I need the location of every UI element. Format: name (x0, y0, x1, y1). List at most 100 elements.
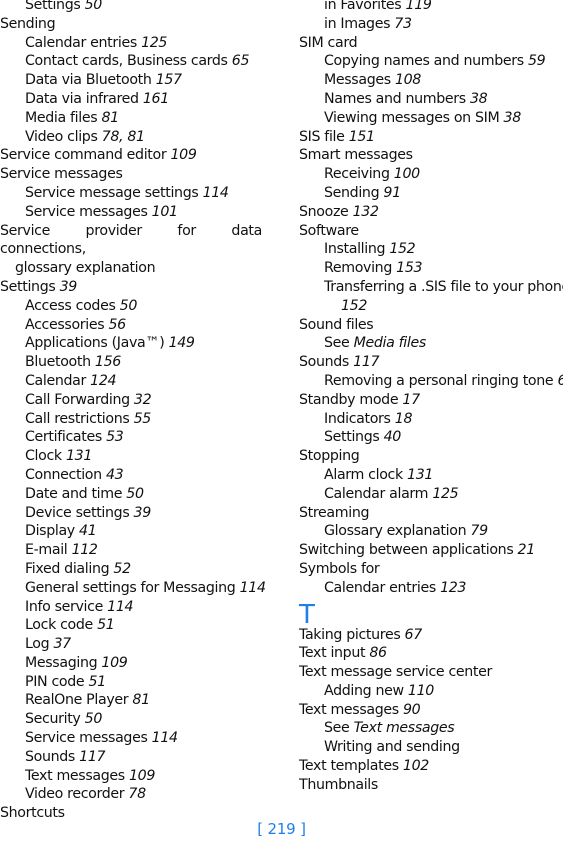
index-subentry: Sounds 117 (0, 748, 266, 767)
page-reference: 152 (389, 241, 416, 258)
entry-term: Standby mode (299, 391, 399, 408)
index-subentry: Calendar 124 (0, 372, 266, 391)
page-reference: 100 (393, 166, 420, 183)
index-subentry: General settings for Messaging 114 (0, 579, 266, 598)
index-subentry: Access codes 50 (0, 297, 266, 316)
index-subentry: Receiving 100 (299, 165, 563, 184)
index-entry: SIS file 151 (299, 128, 563, 147)
index-subentry: Installing 152 (299, 240, 563, 259)
index-subentry: PIN code 51 (0, 673, 266, 692)
page-reference: 50 (126, 485, 144, 502)
page-reference: 21 (517, 542, 536, 559)
entry-term: Settings (25, 0, 81, 13)
index-subentry: Viewing messages on SIM 38 (299, 109, 563, 128)
page-reference: 114 (239, 579, 266, 596)
index-subentry: Fixed dialing 52 (0, 560, 266, 579)
index-entry: Sounds 117 (299, 353, 563, 372)
page-reference: 38 (469, 90, 488, 107)
index-subentry: Call restrictions 55 (0, 410, 266, 429)
index-subentry: Clock 131 (0, 447, 266, 466)
index-entry: Service command editor 109 (0, 146, 266, 165)
page-reference: 43 (105, 466, 124, 483)
page-reference: 157 (155, 72, 182, 89)
entry-term: Service messages (25, 730, 148, 747)
index-entry: Taking pictures 67 (299, 626, 563, 645)
entry-term: Fixed dialing (25, 560, 110, 577)
entry-term: Accessories (25, 316, 105, 333)
entry-term: Stopping (299, 448, 360, 465)
index-subentry: Messaging 109 (0, 654, 266, 673)
page-reference: 39 (133, 504, 152, 521)
index-subentry: Sending 91 (299, 184, 563, 203)
page-reference: 156 (94, 354, 121, 371)
entry-term: Bluetooth (25, 354, 91, 371)
entry-term: Media files (25, 109, 98, 126)
entry-term: Sending (0, 15, 56, 32)
page-reference: 161 (142, 90, 169, 107)
entry-term: Shortcuts (0, 805, 65, 822)
entry-term: Indicators (324, 410, 391, 427)
page-reference: 101 (151, 203, 178, 220)
page-reference: 91 (383, 184, 401, 201)
page-reference: 108 (394, 72, 421, 89)
page-reference: 114 (202, 184, 229, 201)
page-reference: 38 (503, 109, 522, 126)
index-subentry: Media files 81 (0, 109, 266, 128)
page-reference: 51 (97, 617, 115, 634)
page-reference: 153 (396, 260, 423, 277)
index-subentry: Date and time 50 (0, 485, 266, 504)
entry-term: Data via infrared (25, 90, 139, 107)
entry-term: in Favorites (324, 0, 402, 13)
index-entry: Standby mode 17 (299, 391, 563, 410)
page-reference: 81 (132, 692, 150, 709)
entry-term: Info service (25, 598, 103, 615)
entry-term: Removing (324, 260, 392, 277)
entry-term: General settings for Messaging (25, 579, 236, 596)
page-reference: 152 (341, 297, 368, 314)
entry-term: Settings (0, 278, 56, 295)
entry-term: Names and numbers (324, 90, 466, 107)
page-reference: 123 (440, 579, 467, 596)
entry-term: Streaming (299, 504, 370, 521)
page-reference: 52 (113, 560, 131, 577)
entry-term: E-mail (25, 542, 68, 559)
entry-term: Adding new (324, 682, 404, 699)
page-reference: 131 (65, 448, 92, 465)
page-reference: 41 (79, 523, 97, 540)
page-reference: 53 (106, 429, 124, 446)
entry-term: Writing and sending (324, 739, 460, 756)
page-reference: 90 (402, 701, 421, 718)
index-subentry: Settings 50 (0, 0, 266, 15)
index-entry: Text messages 90 (299, 701, 563, 720)
section-letter-heading: T (299, 599, 315, 630)
page-reference: 112 (71, 542, 98, 559)
index-entry: Sending (0, 15, 266, 34)
page-reference: 117 (353, 354, 380, 371)
entry-term: Connection (25, 466, 102, 483)
index-subentry: Accessories 56 (0, 316, 266, 335)
index-entry: Text templates 102 (299, 757, 563, 776)
entry-term: Thumbnails (299, 776, 378, 793)
entry-term: Transferring a .SIS file to your phone (324, 278, 563, 295)
page-reference: 56 (108, 316, 126, 333)
index-subentry: Bluetooth 156 (0, 353, 266, 372)
page-reference: 110 (407, 682, 434, 699)
index-subentry: RealOne Player 81 (0, 691, 266, 710)
index-subentry: Info service 114 (0, 598, 266, 617)
entry-term: Calendar alarm (324, 485, 429, 502)
page-reference: 50 (84, 0, 103, 13)
index-subentry: in Images 73 (299, 15, 563, 34)
page-reference: 39 (59, 278, 78, 295)
see-reference: Text messages (353, 720, 455, 737)
index-subentry: Calendar alarm 125 (299, 485, 563, 504)
index-subentry: Settings 40 (299, 428, 563, 447)
entry-term: Call restrictions (25, 410, 130, 427)
entry-term: Snooze (299, 203, 349, 220)
page-reference: 149 (168, 335, 195, 352)
index-entry: Thumbnails (299, 776, 563, 795)
index-entry: Stopping (299, 447, 563, 466)
page-reference: 65 (557, 373, 563, 389)
index-subentry: Removing a personal ringing tone 65 (299, 372, 563, 391)
entry-term: Receiving (324, 166, 390, 183)
index-subentry: Video recorder 78 (0, 785, 266, 804)
